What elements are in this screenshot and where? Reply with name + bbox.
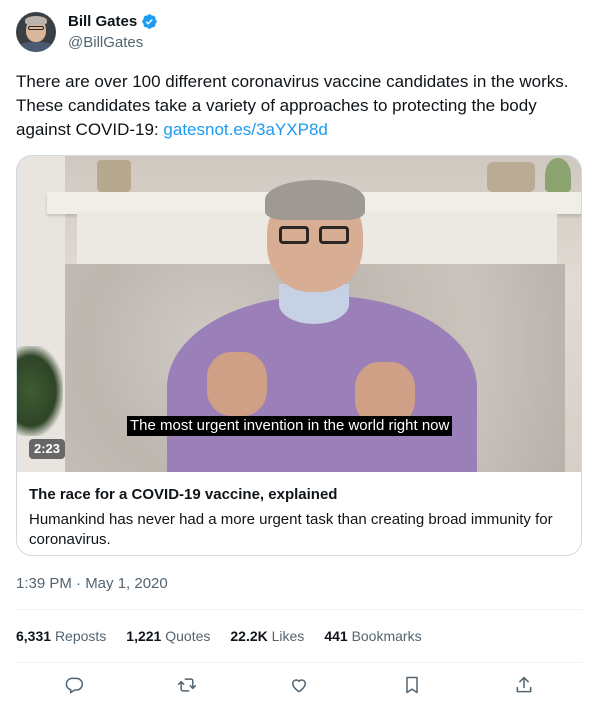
tweet-stats: 6,331 Reposts 1,221 Quotes 22.2K Likes 4…	[16, 628, 422, 644]
tweet-text: There are over 100 different coronavirus…	[16, 70, 582, 142]
avatar-hair	[25, 16, 47, 25]
share-icon	[516, 676, 532, 693]
video-person-hair	[265, 180, 365, 220]
video-shelf-object	[487, 162, 535, 192]
video-player[interactable]: The most urgent invention in the world r…	[17, 156, 581, 472]
avatar-shirt	[18, 42, 54, 52]
avatar[interactable]	[16, 12, 56, 52]
author-name-row: Bill Gates	[68, 13, 158, 30]
reposts-stat[interactable]: 6,331 Reposts	[16, 628, 106, 644]
tweet-link[interactable]: gatesnot.es/3aYXP8d	[163, 120, 327, 139]
bookmark-icon	[405, 676, 418, 694]
reposts-count: 6,331	[16, 628, 52, 644]
avatar-glasses	[28, 26, 44, 30]
like-icon	[292, 679, 306, 693]
video-shelf-plant	[545, 158, 571, 192]
bookmark-button[interactable]	[401, 674, 423, 696]
video-subtitle: The most urgent invention in the world r…	[127, 416, 453, 436]
share-button[interactable]	[513, 674, 535, 696]
reposts-label: Reposts	[54, 628, 107, 644]
quotes-stat[interactable]: 1,221 Quotes	[126, 628, 210, 644]
likes-stat[interactable]: 22.2K Likes	[230, 628, 304, 644]
divider	[16, 662, 582, 663]
repost-icon	[177, 678, 196, 692]
tweet-timestamp[interactable]: 1:39 PM · May 1, 2020	[16, 575, 168, 592]
like-button[interactable]	[288, 674, 310, 696]
card-description: Humankind has never had a more urgent ta…	[29, 511, 553, 548]
action-bar	[16, 674, 582, 696]
likes-count: 22.2K	[230, 628, 268, 644]
author-name[interactable]: Bill Gates	[68, 13, 137, 30]
video-person-hand	[207, 352, 267, 416]
video-person-glasses	[319, 226, 349, 244]
video-shelf-object	[97, 160, 131, 192]
video-duration-badge: 2:23	[29, 439, 66, 459]
quotes-count: 1,221	[126, 628, 162, 644]
media-card[interactable]: The most urgent invention in the world r…	[16, 155, 582, 556]
bookmarks-label: Bookmarks	[351, 628, 422, 644]
reply-button[interactable]	[63, 674, 85, 696]
video-person-glasses	[279, 226, 309, 244]
bookmarks-stat[interactable]: 441 Bookmarks	[324, 628, 421, 644]
repost-button[interactable]	[176, 674, 198, 696]
card-title[interactable]: The race for a COVID-19 vaccine, explain…	[29, 486, 337, 503]
reply-icon	[65, 677, 84, 694]
verified-badge-icon	[141, 13, 158, 30]
likes-label: Likes	[271, 628, 305, 644]
video-plant	[17, 346, 63, 436]
divider	[16, 609, 582, 610]
quotes-label: Quotes	[165, 628, 211, 644]
tweet: Bill Gates @BillGates There are over 100…	[0, 0, 598, 710]
author-handle[interactable]: @BillGates	[68, 34, 143, 51]
bookmarks-count: 441	[324, 628, 348, 644]
